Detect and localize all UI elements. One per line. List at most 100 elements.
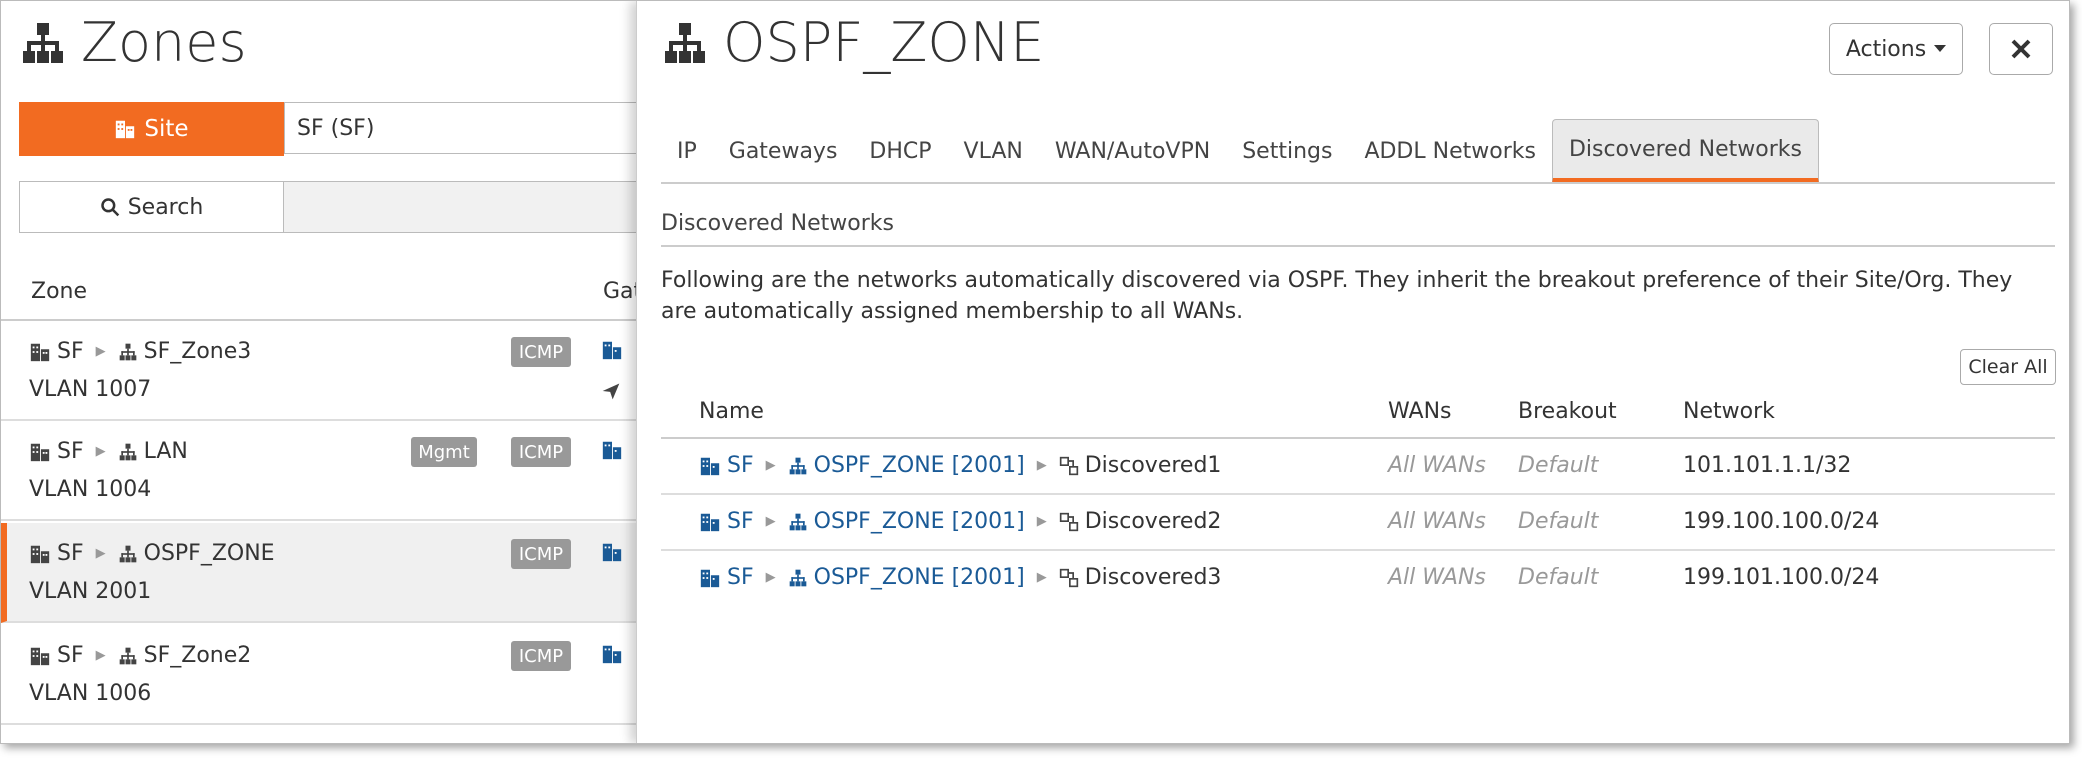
tab-gateways[interactable]: Gateways [713, 119, 854, 183]
chevron-right-icon: ▶ [765, 514, 776, 529]
column-header-network[interactable]: Network [1683, 399, 1775, 424]
wans-value: All WANs [1388, 565, 1486, 590]
zone-vlan: VLAN 1007 [29, 377, 152, 402]
building-icon [700, 513, 720, 531]
network-path: SF ▶ OSPF_ZONE [2001] ▶ Discovered1 [699, 453, 1221, 478]
icmp-badge: ICMP [511, 337, 571, 367]
site-filter-button[interactable]: Site [19, 102, 284, 156]
network-tree-icon [789, 513, 806, 530]
wans-value: All WANs [1388, 453, 1486, 478]
tab-settings[interactable]: Settings [1226, 119, 1348, 183]
zone-vlan: VLAN 1004 [29, 477, 152, 502]
section-description: Following are the networks automatically… [661, 268, 2013, 324]
network-tree-icon [789, 569, 806, 586]
site-link[interactable]: SF [727, 565, 754, 590]
tab-dhcp[interactable]: DHCP [853, 119, 947, 183]
site-name: SF [57, 339, 84, 364]
site-link[interactable]: SF [727, 453, 754, 478]
zone-detail-panel: OSPF_ZONE Actions IP Gateways DHCP VLAN … [636, 1, 2069, 743]
chevron-right-icon: ▶ [95, 444, 106, 459]
column-header-breakout[interactable]: Breakout [1518, 399, 1617, 424]
detail-title: OSPF_ZONE [723, 11, 1045, 74]
site-selector[interactable]: SF (SF) [284, 102, 644, 154]
breakout-value: Default [1518, 565, 1599, 590]
section-title: Discovered Networks [661, 211, 894, 236]
search-input[interactable] [284, 181, 644, 233]
network-tree-icon [789, 457, 806, 474]
close-button[interactable] [1989, 23, 2053, 75]
chevron-right-icon: ▶ [1036, 458, 1047, 473]
network-value: 101.101.1.1/32 [1683, 453, 1852, 478]
chevron-right-icon: ▶ [95, 648, 106, 663]
building-icon [700, 569, 720, 587]
zone-row[interactable]: SF ▶ SF_Zone2 VLAN 1006 ICMP [1, 625, 641, 725]
building-icon [602, 341, 622, 360]
tab-divider [661, 182, 2055, 184]
tab-vlan[interactable]: VLAN [948, 119, 1039, 183]
table-row[interactable]: SF ▶ OSPF_ZONE [2001] ▶ Discovered1 All … [661, 439, 2055, 495]
building-icon [700, 457, 720, 475]
chevron-right-icon: ▶ [95, 546, 106, 561]
caret-down-icon [1934, 45, 1947, 52]
network-path: SF ▶ OSPF_ZONE [2001] ▶ Discovered3 [699, 565, 1221, 590]
column-header-name[interactable]: Name [699, 399, 764, 424]
tab-addl-networks[interactable]: ADDL Networks [1348, 119, 1552, 183]
zone-link[interactable]: OSPF_ZONE [2001] [814, 509, 1025, 534]
discovered-network-icon [1059, 568, 1078, 587]
zone-path: SF ▶ SF_Zone2 [29, 643, 251, 668]
zone-path: SF ▶ SF_Zone3 [29, 339, 251, 364]
icmp-badge: ICMP [511, 641, 571, 671]
breakout-value: Default [1518, 509, 1599, 534]
zone-row[interactable]: SF ▶ SF_Zone3 VLAN 1007 ICMP [1, 321, 641, 421]
site-name: SF [57, 439, 84, 464]
zones-list-panel: Zones Site SF (SF) Search Zone Gat SF ▶ … [1, 1, 644, 743]
zones-header: Zones [19, 11, 247, 74]
icmp-badge: ICMP [511, 539, 571, 569]
building-icon [602, 543, 622, 562]
site-name: SF [57, 643, 84, 668]
search-label: Search [127, 194, 204, 220]
zone-row[interactable]: SF ▶ LAN VLAN 1004 Mgmt ICMP [1, 421, 641, 521]
table-row[interactable]: SF ▶ OSPF_ZONE [2001] ▶ Discovered2 All … [661, 495, 2055, 551]
page-title: Zones [81, 11, 247, 74]
building-icon [602, 645, 622, 664]
paper-plane-icon [602, 383, 620, 400]
column-header-zone[interactable]: Zone [31, 279, 87, 304]
chevron-right-icon: ▶ [765, 570, 776, 585]
mgmt-badge: Mgmt [411, 437, 477, 467]
network-value: 199.100.100.0/24 [1683, 509, 1880, 534]
site-name: SF [57, 541, 84, 566]
zone-vlan: VLAN 2001 [29, 579, 152, 604]
section-divider [661, 245, 2055, 247]
building-icon [30, 343, 50, 361]
zone-path: SF ▶ OSPF_ZONE [29, 541, 275, 566]
table-row[interactable]: SF ▶ OSPF_ZONE [2001] ▶ Discovered3 All … [661, 551, 2055, 607]
zone-link[interactable]: OSPF_ZONE [2001] [814, 453, 1025, 478]
network-path: SF ▶ OSPF_ZONE [2001] ▶ Discovered2 [699, 509, 1221, 534]
building-icon [602, 441, 622, 460]
discovered-network-icon [1059, 456, 1078, 475]
network-value: 199.101.100.0/24 [1683, 565, 1880, 590]
detail-tabs: IP Gateways DHCP VLAN WAN/AutoVPN Settin… [661, 119, 1819, 183]
tab-ip[interactable]: IP [661, 119, 713, 183]
zone-row-selected[interactable]: SF ▶ OSPF_ZONE VLAN 2001 ICMP [1, 523, 641, 623]
zone-name: OSPF_ZONE [143, 541, 275, 566]
actions-dropdown-button[interactable]: Actions [1829, 23, 1963, 75]
tab-discovered-networks[interactable]: Discovered Networks [1551, 119, 1819, 183]
network-tree-icon [119, 343, 136, 360]
zone-vlan: VLAN 1006 [29, 681, 152, 706]
site-link[interactable]: SF [727, 509, 754, 534]
zone-path: SF ▶ LAN [29, 439, 188, 464]
zone-link[interactable]: OSPF_ZONE [2001] [814, 565, 1025, 590]
search-button[interactable]: Search [19, 181, 284, 233]
clear-all-button[interactable]: Clear All [1960, 349, 2056, 385]
column-header-wans[interactable]: WANs [1388, 399, 1452, 424]
building-icon [30, 647, 50, 665]
network-tree-icon [23, 22, 63, 63]
network-tree-icon [119, 647, 136, 664]
tab-wan-autovpn[interactable]: WAN/AutoVPN [1039, 119, 1226, 183]
building-icon [30, 443, 50, 461]
search-icon [100, 198, 119, 217]
zone-name: LAN [143, 439, 188, 464]
actions-label: Actions [1845, 36, 1927, 62]
